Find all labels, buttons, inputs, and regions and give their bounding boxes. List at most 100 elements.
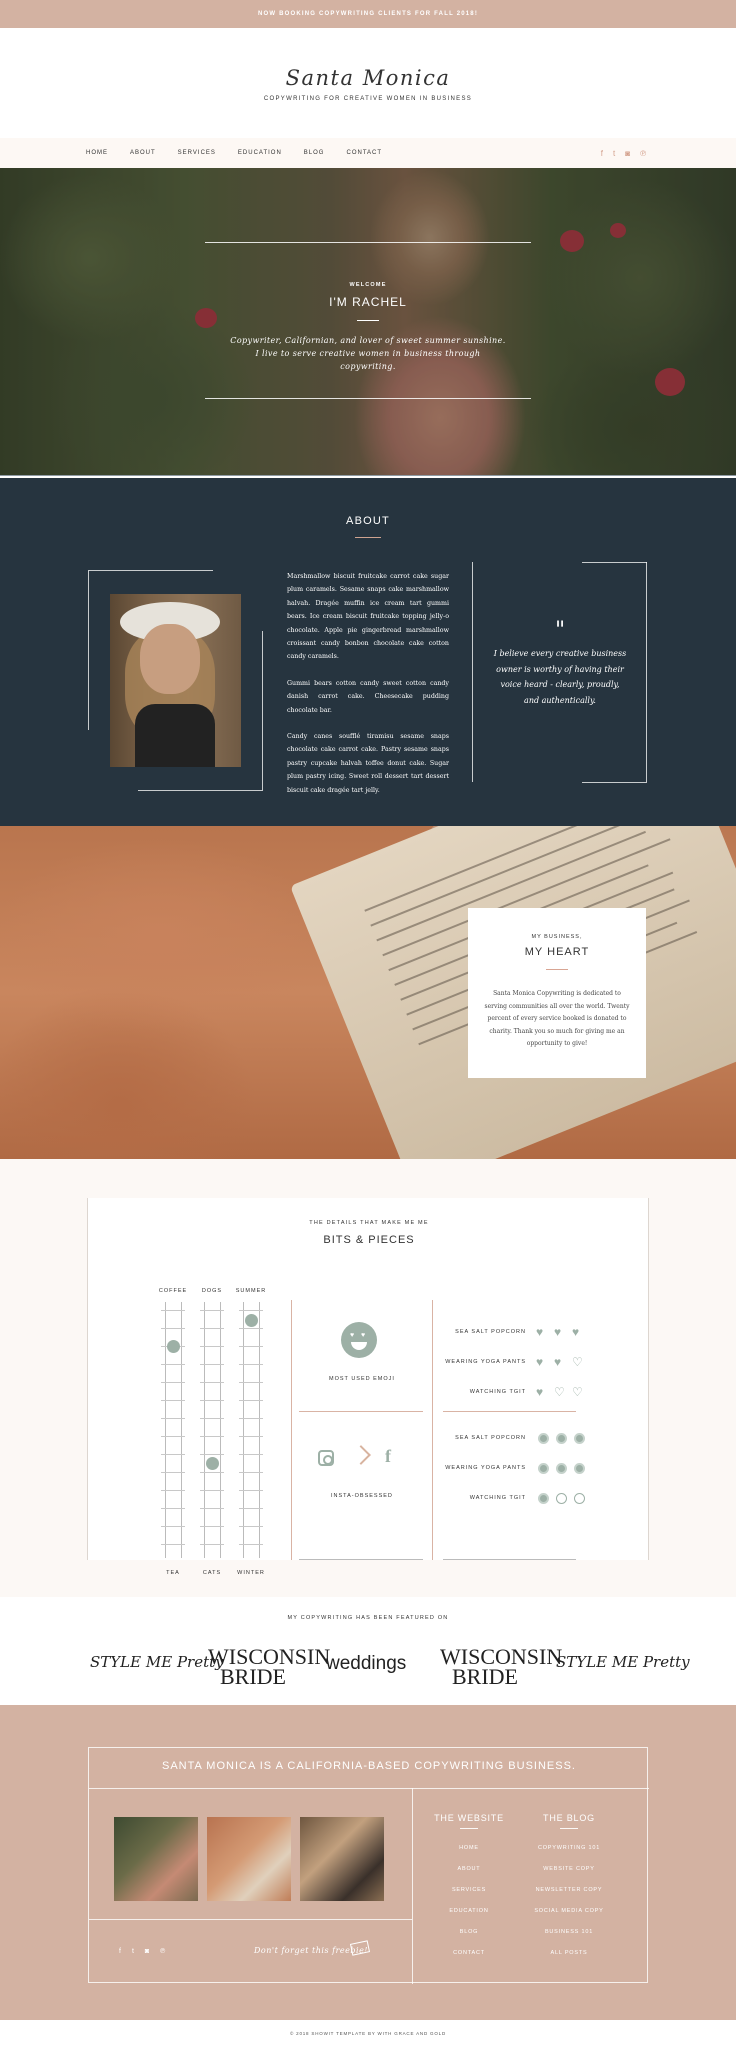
nav-home[interactable]: HOME [86,150,108,156]
emoji-eye: ♥ [361,1332,366,1339]
footer-rule [89,1788,649,1789]
footer-website-link[interactable]: ABOUT [429,1866,509,1872]
hero-title: I'M RACHEL [329,295,407,309]
about-paragraph: Candy canes soufflé tiramisu sesame snap… [287,733,449,794]
bits-panel: THE DETAILS THAT MAKE ME ME BITS & PIECE… [87,1198,649,1576]
press-logo[interactable]: weddings [326,1653,406,1675]
footer-website-link[interactable]: SERVICES [429,1887,509,1893]
slider-handle[interactable] [167,1339,180,1353]
instagram-icon[interactable] [318,1450,334,1466]
about-title-rule [355,537,381,538]
circle-filled-icon [574,1463,585,1474]
column-title-rule [560,1828,578,1829]
instagram-thumbnail[interactable] [114,1817,198,1901]
slider-tick [239,1472,263,1473]
nav-social: f t ◙ ℗ [601,149,646,158]
slider-tick [239,1346,263,1347]
instagram-icon[interactable]: ◙ [625,149,630,158]
slider-tick [161,1526,185,1527]
section-divider [299,1559,423,1560]
bits-title: BITS & PIECES [323,1234,415,1246]
site-header: Santa Monica COPYWRITING FOR CREATIVE WO… [0,28,736,138]
heart-filled-icon: ♥ [572,1325,580,1339]
press-logo[interactable]: WISCONSIN BRIDE [208,1646,330,1688]
instagram-thumbnail[interactable] [207,1817,291,1901]
facebook-icon[interactable]: f [385,1446,391,1467]
circle-rating-label: SEA SALT POPCORN [455,1435,526,1441]
slider-handle[interactable] [245,1313,258,1327]
footer-website-link[interactable]: EDUCATION [429,1908,509,1914]
footer-blog-link[interactable]: WEBSITE COPY [529,1866,609,1872]
footer-rule [89,1919,412,1920]
heart-filled-icon: ♥ [554,1325,562,1339]
heart-outline-icon: ♡ [572,1385,583,1399]
my-heart-rule [546,969,568,970]
instagram-icon[interactable]: ◙ [145,1948,149,1955]
facebook-icon[interactable]: f [119,1948,121,1955]
slider-handle[interactable] [206,1457,219,1471]
hero-section: WELCOME I'M RACHEL Copywriter, Californi… [0,168,736,475]
site-logo[interactable]: Santa Monica [0,66,736,90]
my-heart-card: MY BUSINESS, MY HEART Santa Monica Copyw… [468,908,646,1078]
section-divider [443,1411,576,1412]
blog-column-title: THE BLOG [543,1813,595,1823]
slider-tick [200,1508,224,1509]
footer-website-link[interactable]: CONTACT [429,1950,509,1956]
nav-services[interactable]: SERVICES [178,150,216,156]
footer-blog-link[interactable]: NEWSLETTER COPY [529,1887,609,1893]
slider-tick [161,1472,185,1473]
my-heart-kicker: MY BUSINESS, [531,934,583,940]
nav-about[interactable]: ABOUT [130,150,156,156]
heart-rating-label: SEA SALT POPCORN [455,1329,526,1335]
circle-filled-icon [538,1493,549,1504]
slider-tick [200,1436,224,1437]
slider-tick [161,1382,185,1383]
footer-website-link[interactable]: HOME [429,1845,509,1851]
slider-tick [239,1454,263,1455]
pinterest-icon[interactable]: ℗ [160,1948,165,1955]
section-divider [443,1559,576,1560]
slider-tick [200,1472,224,1473]
slider-tick [200,1526,224,1527]
slider-track [204,1302,205,1558]
featured-on-section: MY COPYWRITING HAS BEEN FEATURED ON STYL… [0,1597,736,1705]
instagram-thumbnail[interactable] [300,1817,384,1901]
footer-blog-link[interactable]: COPYWRITING 101 [529,1845,609,1851]
footer-social: f t ◙ ℗ [119,1948,165,1955]
slider-tick [200,1490,224,1491]
slider-bottom-label: CATS [202,1570,222,1576]
circle-outline-icon [574,1493,585,1504]
facebook-icon[interactable]: f [601,149,603,158]
bits-kicker: THE DETAILS THAT MAKE ME ME [309,1220,429,1226]
twitter-icon[interactable]: t [132,1948,134,1955]
slider-bottom-label: WINTER [237,1570,265,1576]
featured-kicker: MY COPYWRITING HAS BEEN FEATURED ON [287,1615,449,1621]
circle-filled-icon [538,1433,549,1444]
nav-contact[interactable]: CONTACT [346,150,382,156]
about-body: Marshmallow biscuit fruitcake carrot cak… [287,570,449,810]
footer-blog-link[interactable]: ALL POSTS [529,1950,609,1956]
pinterest-icon[interactable]: ℗ [640,149,646,158]
slider-tick [200,1382,224,1383]
slider-tick [161,1310,185,1311]
footer-blog-link[interactable]: BUSINESS 101 [529,1929,609,1935]
press-logo[interactable]: STYLE ME Pretty [90,1653,224,1671]
slider-tick [200,1328,224,1329]
nav-education[interactable]: EDUCATION [238,150,282,156]
slider-tick [200,1400,224,1401]
footer-website-link[interactable]: BLOG [429,1929,509,1935]
press-logo[interactable]: STYLE ME Pretty [556,1653,690,1671]
nav-blog[interactable]: BLOG [304,150,325,156]
footer-blog-link[interactable]: SOCIAL MEDIA COPY [529,1908,609,1914]
bits-and-pieces-section: THE DETAILS THAT MAKE ME ME BITS & PIECE… [0,1159,736,1597]
footer-headline: SANTA MONICA IS A CALIFORNIA-BASED COPYW… [162,1760,576,1772]
circle-rating-label: WEARING YOGA PANTS [445,1465,526,1471]
slider-tick [161,1400,185,1401]
circle-outline-icon [556,1493,567,1504]
twitter-icon[interactable]: t [613,149,615,158]
slider-tick [239,1364,263,1365]
slider-tick [200,1346,224,1347]
column-divider [432,1300,433,1560]
press-logo[interactable]: WISCONSIN BRIDE [440,1646,562,1688]
quote-frame-left [472,562,473,782]
